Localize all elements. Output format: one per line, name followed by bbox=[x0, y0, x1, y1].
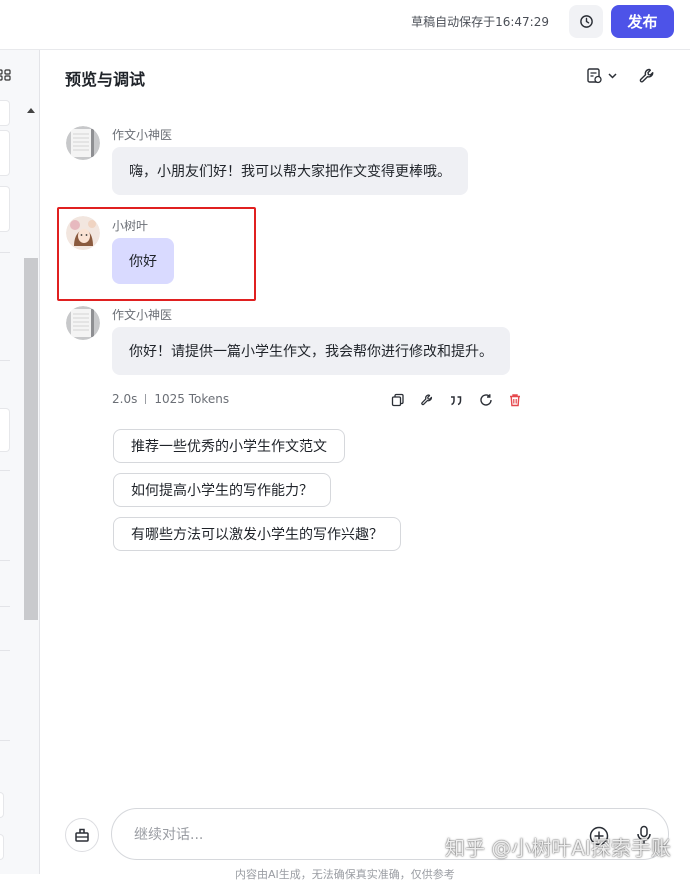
clear-history-icon bbox=[75, 828, 89, 842]
left-panel-card[interactable] bbox=[0, 186, 10, 232]
page-title: 预览与调试 bbox=[65, 70, 146, 89]
ai-disclaimer: 内容由AI生成，无法确保真实准确，仅供参考 bbox=[235, 868, 455, 881]
left-panel-card[interactable] bbox=[0, 130, 10, 176]
scrollbar-thumb[interactable] bbox=[24, 258, 38, 620]
grid-icon[interactable] bbox=[0, 68, 12, 82]
token-count: 1025 Tokens bbox=[154, 392, 230, 406]
left-panel bbox=[0, 50, 40, 874]
scroll-up-arrow[interactable] bbox=[27, 108, 35, 113]
copy-icon bbox=[391, 393, 404, 407]
left-panel-divider bbox=[0, 360, 10, 361]
publish-button[interactable]: 发布 bbox=[611, 5, 674, 38]
regenerate-button[interactable] bbox=[478, 392, 494, 408]
left-panel-divider bbox=[0, 740, 10, 741]
history-button[interactable] bbox=[569, 5, 603, 38]
left-panel-card[interactable] bbox=[0, 792, 4, 818]
meta-separator bbox=[145, 394, 147, 404]
settings-dropdown-icon bbox=[587, 68, 617, 84]
response-time: 2.0s bbox=[112, 392, 138, 406]
clear-history-button[interactable] bbox=[65, 818, 99, 852]
copy-button[interactable] bbox=[390, 392, 406, 408]
debug-button[interactable] bbox=[638, 67, 656, 89]
wrench-icon bbox=[421, 394, 433, 406]
refresh-icon bbox=[480, 394, 492, 406]
delete-button[interactable] bbox=[507, 392, 523, 408]
top-bar: 草稿自动保存于16:47:29 发布 bbox=[0, 0, 690, 50]
suggestion-chip[interactable]: 推荐一些优秀的小学生作文范文 bbox=[113, 429, 345, 463]
bot-message-bubble: 嗨，小朋友们好！我可以帮大家把作文变得更棒哦。 bbox=[112, 147, 468, 195]
message-sender: 作文小神医 bbox=[112, 308, 173, 322]
left-panel-card[interactable] bbox=[0, 834, 4, 860]
quote-button[interactable] bbox=[448, 392, 464, 408]
quote-icon bbox=[451, 396, 462, 406]
left-panel-divider bbox=[0, 650, 10, 651]
history-icon bbox=[579, 15, 593, 28]
left-panel-divider bbox=[0, 560, 10, 561]
autosave-status: 草稿自动保存于16:47:29 bbox=[411, 15, 549, 29]
bot-avatar bbox=[66, 306, 100, 340]
message-sender: 作文小神医 bbox=[112, 128, 173, 142]
response-meta: 2.0s 1025 Tokens bbox=[112, 392, 229, 406]
left-panel-card[interactable] bbox=[0, 100, 10, 126]
scrollbar[interactable] bbox=[24, 102, 38, 622]
delete-icon bbox=[510, 394, 520, 407]
suggestion-chip[interactable]: 有哪些方法可以激发小学生的写作兴趣？ bbox=[113, 517, 401, 551]
watermark: 知乎 @小树叶AI探索手账 bbox=[445, 836, 671, 860]
highlight-box bbox=[57, 207, 256, 301]
bot-message-bubble: 你好！请提供一篇小学生作文，我会帮你进行修改和提升。 bbox=[112, 327, 510, 375]
left-panel-divider bbox=[0, 252, 10, 253]
bot-avatar bbox=[66, 126, 100, 160]
left-panel-divider bbox=[0, 606, 10, 607]
suggestion-chip[interactable]: 如何提高小学生的写作能力？ bbox=[113, 473, 331, 507]
debug-message-button[interactable] bbox=[419, 392, 435, 408]
wrench-icon bbox=[639, 68, 654, 83]
settings-dropdown[interactable] bbox=[586, 67, 620, 89]
left-panel-divider bbox=[0, 470, 10, 471]
left-panel-card[interactable] bbox=[0, 408, 10, 452]
